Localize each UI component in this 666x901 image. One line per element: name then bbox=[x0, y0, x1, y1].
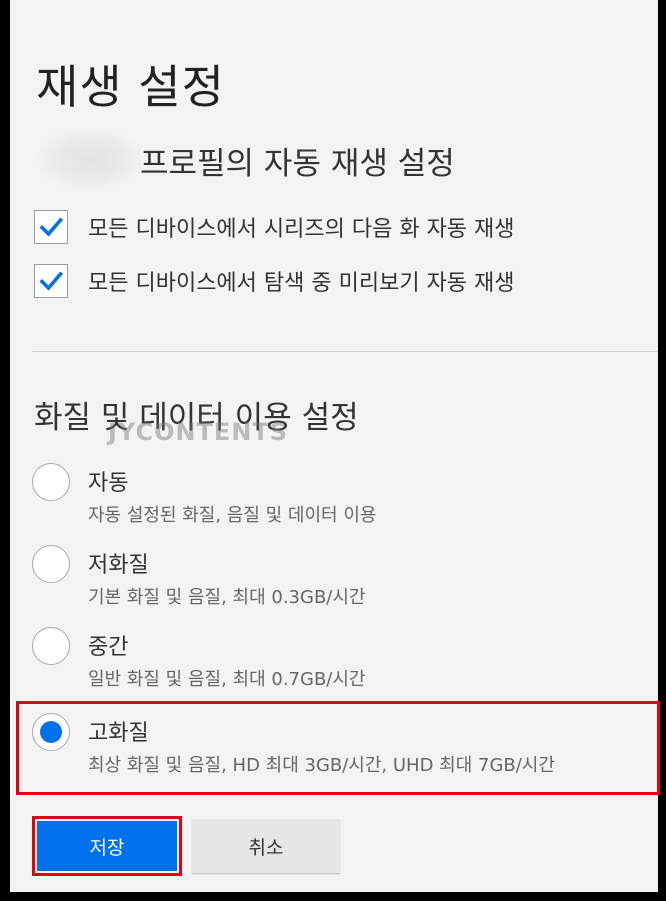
watermark: JYCONTENTS bbox=[108, 418, 289, 446]
radio-button[interactable] bbox=[32, 627, 70, 665]
radio-label: 저화질 bbox=[88, 553, 149, 578]
radio-description: 최상 화질 및 음질, HD 최대 3GB/시간, UHD 최대 7GB/시간 bbox=[88, 755, 555, 776]
autoplay-next-episode-option[interactable]: 모든 디바이스에서 시리즈의 다음 화 자동 재생 bbox=[34, 207, 515, 247]
profile-name-blurred bbox=[38, 128, 142, 190]
playback-settings-panel: 재생 설정 프로필의 자동 재생 설정 모든 디바이스에서 시리즈의 다음 화 … bbox=[10, 0, 660, 892]
checkmark-icon bbox=[39, 217, 63, 237]
save-button[interactable]: 저장 bbox=[37, 821, 177, 871]
radio-button[interactable] bbox=[32, 545, 70, 583]
autoplay-section-title: 프로필의 자동 재생 설정 bbox=[140, 146, 455, 182]
checkbox-label: 모든 디바이스에서 시리즈의 다음 화 자동 재생 bbox=[88, 217, 515, 242]
quality-option-low[interactable]: 저화질 기본 화질 및 음질, 최대 0.3GB/시간 bbox=[32, 541, 652, 619]
radio-description: 일반 화질 및 음질, 최대 0.7GB/시간 bbox=[88, 669, 366, 690]
quality-option-medium[interactable]: 중간 일반 화질 및 음질, 최대 0.7GB/시간 bbox=[32, 623, 652, 701]
quality-option-auto[interactable]: 자동 자동 설정된 화질, 음질 및 데이터 이용 bbox=[32, 459, 652, 537]
checkbox-checked[interactable] bbox=[34, 210, 68, 244]
checkbox-label: 모든 디바이스에서 탐색 중 미리보기 자동 재생 bbox=[88, 271, 515, 296]
radio-label: 중간 bbox=[88, 635, 129, 660]
page-title: 재생 설정 bbox=[36, 59, 225, 114]
quality-option-high[interactable]: 고화질 최상 화질 및 음질, HD 최대 3GB/시간, UHD 최대 7GB… bbox=[32, 709, 652, 787]
radio-description: 자동 설정된 화질, 음질 및 데이터 이용 bbox=[88, 505, 377, 526]
radio-button-selected[interactable] bbox=[32, 713, 70, 751]
section-divider bbox=[32, 351, 658, 352]
cancel-button[interactable]: 취소 bbox=[192, 819, 340, 873]
autoplay-preview-option[interactable]: 모든 디바이스에서 탐색 중 미리보기 자동 재생 bbox=[34, 261, 515, 301]
checkbox-checked[interactable] bbox=[34, 264, 68, 298]
radio-label: 자동 bbox=[88, 471, 129, 496]
radio-label: 고화질 bbox=[88, 721, 149, 746]
radio-description: 기본 화질 및 음질, 최대 0.3GB/시간 bbox=[88, 587, 366, 608]
radio-button[interactable] bbox=[32, 463, 70, 501]
checkmark-icon bbox=[39, 271, 63, 291]
